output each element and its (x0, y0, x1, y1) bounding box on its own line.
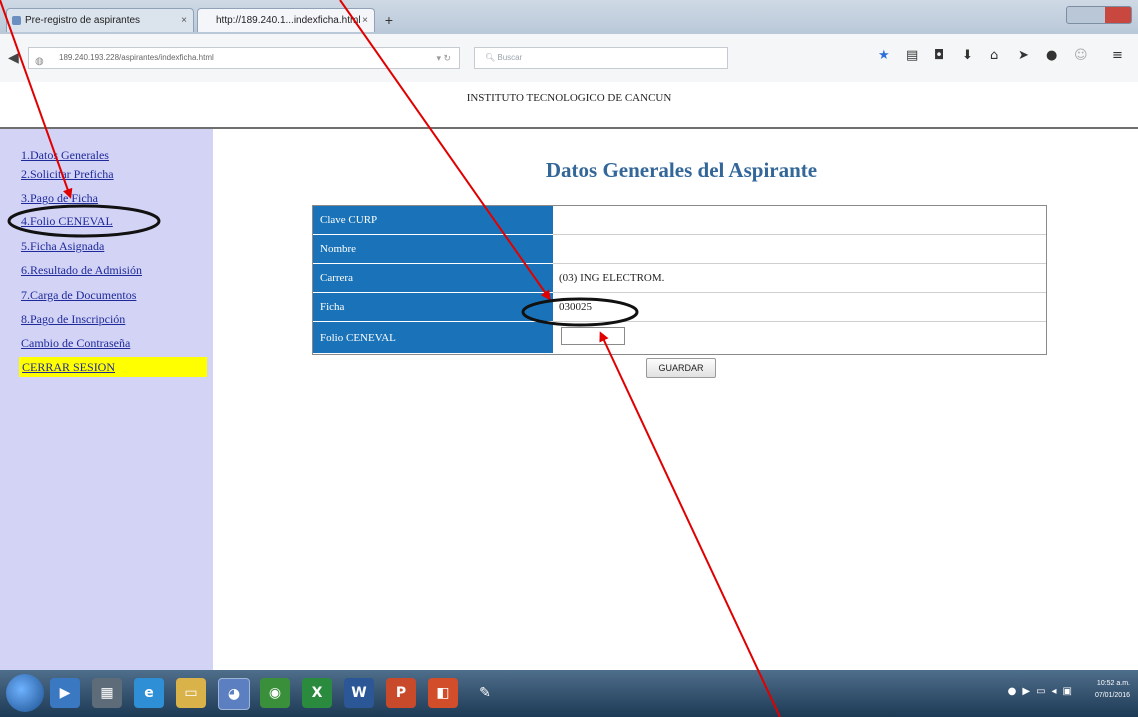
table-row: Folio CENEVAL (313, 322, 1046, 354)
excel-icon[interactable]: X (302, 678, 332, 708)
applicant-data-table: Clave CURP Nombre Carrera (03) ING ELECT… (312, 205, 1047, 355)
chat-icon[interactable]: ● (1046, 48, 1057, 63)
search-placeholder: Buscar (497, 53, 523, 62)
new-tab-button[interactable]: + (377, 10, 401, 30)
folio-ceneval-input[interactable] (561, 327, 625, 345)
apps-icon[interactable]: ▦ (92, 678, 122, 708)
field-label: Nombre (313, 235, 553, 264)
clock-time: 10:52 a.m. (1096, 680, 1130, 687)
search-input[interactable]: 🔍︎ Buscar (474, 47, 728, 69)
curp-value (553, 206, 1046, 235)
carrera-value: (03) ING ELECTROM. (553, 264, 1046, 293)
clock[interactable]: 10:52 a.m. 07/01/2016 (1095, 678, 1130, 702)
media-player-icon[interactable]: ▶ (50, 678, 80, 708)
sidebar-item-cambio-contrasena[interactable]: Cambio de Contraseña (21, 336, 130, 351)
office-icon[interactable]: ◧ (428, 678, 458, 708)
start-button[interactable] (6, 674, 44, 712)
sidebar-item-resultado-admision[interactable]: 6.Resultado de Admisión (21, 263, 142, 278)
menu-icon[interactable]: ≡ (1112, 48, 1123, 63)
send-icon[interactable]: ➤ (1018, 48, 1029, 63)
home-icon[interactable]: ⌂ (990, 48, 998, 63)
page-title: Datos Generales del Aspirante (545, 158, 818, 182)
institution-name: INSTITUTO TECNOLOGICO DE CANCUN (466, 92, 672, 104)
ficha-value: 030025 (553, 293, 1046, 322)
file-explorer-icon[interactable]: ▭ (176, 678, 206, 708)
field-label: Clave CURP (313, 206, 553, 235)
star-icon[interactable]: ★ (878, 48, 890, 63)
sidebar: 1.Datos Generales 2.Solicitar Preficha 3… (0, 129, 213, 670)
tab-label: Pre-registro de aspirantes (25, 15, 141, 26)
internet-explorer-icon[interactable]: e (134, 678, 164, 708)
sidebar-item-pago-inscripcion[interactable]: 8.Pago de Inscripción (21, 312, 125, 327)
reload-icon[interactable]: ▾ ↻ (436, 48, 451, 68)
save-button[interactable]: GUARDAR (646, 358, 716, 378)
table-row: Nombre (313, 235, 1046, 264)
firefox-icon[interactable]: ◕ (218, 678, 250, 710)
browser-titlebar: Pre-registro de aspirantes × http://189.… (0, 0, 1138, 34)
download-icon[interactable]: ⬇ (962, 48, 973, 63)
paint-icon[interactable]: ✎ (470, 678, 500, 708)
nombre-value (553, 235, 1046, 264)
pocket-icon[interactable]: ◘ (934, 48, 944, 63)
tab-close-icon[interactable]: × (181, 9, 187, 32)
chrome-icon[interactable]: ◉ (260, 678, 290, 708)
tab-close-icon[interactable]: × (362, 9, 368, 32)
sidebar-item-folio-ceneval[interactable]: 4.Folio CENEVAL (21, 214, 113, 229)
url-bar[interactable]: ◍ 189.240.193.228/aspirantes/indexficha.… (28, 47, 460, 69)
sidebar-item-carga-documentos[interactable]: 7.Carga de Documentos (21, 288, 136, 303)
page-header: INSTITUTO TECNOLOGICO DE CANCUN (0, 82, 1138, 129)
system-tray[interactable]: ●▶▭◂▣ (1008, 686, 1078, 697)
browser-navbar: ◀ ◍ 189.240.193.228/aspirantes/indexfich… (0, 34, 1138, 83)
field-label: Ficha (313, 293, 553, 322)
table-row: Carrera (03) ING ELECTROM. (313, 264, 1046, 293)
sidebar-item-pago-ficha[interactable]: 3.Pago de Ficha (21, 191, 98, 206)
logout-link[interactable]: CERRAR SESION (19, 357, 207, 377)
table-row: Ficha 030025 (313, 293, 1046, 322)
back-arrow-icon[interactable]: ◀ (8, 50, 19, 66)
table-row: Clave CURP (313, 206, 1046, 235)
powerpoint-icon[interactable]: P (386, 678, 416, 708)
smiley-icon[interactable]: ☺ (1074, 48, 1088, 63)
windows-taskbar: ▶ ▦ e ▭ ◕ ◉ X W P ◧ ✎ ●▶▭◂▣ 10:52 a.m. 0… (0, 670, 1138, 717)
reading-list-icon[interactable]: ▤ (906, 48, 918, 63)
window-controls[interactable] (1066, 6, 1132, 24)
word-icon[interactable]: W (344, 678, 374, 708)
tab-favicon-icon (12, 16, 21, 25)
url-text: 189.240.193.228/aspirantes/indexficha.ht… (59, 53, 214, 62)
search-icon: 🔍︎ (485, 53, 498, 62)
clock-date: 07/01/2016 (1094, 692, 1130, 699)
globe-icon: ◍ (35, 56, 44, 67)
field-label: Carrera (313, 264, 553, 293)
tab-preregistro[interactable]: Pre-registro de aspirantes × (6, 8, 194, 32)
tab-indexficha[interactable]: http://189.240.1...indexficha.html × (197, 8, 375, 32)
arrow-to-folio-input (599, 331, 781, 717)
tab-label: http://189.240.1...indexficha.html (216, 15, 361, 26)
field-label: Folio CENEVAL (313, 322, 553, 354)
sidebar-item-ficha-asignada[interactable]: 5.Ficha Asignada (21, 239, 104, 254)
